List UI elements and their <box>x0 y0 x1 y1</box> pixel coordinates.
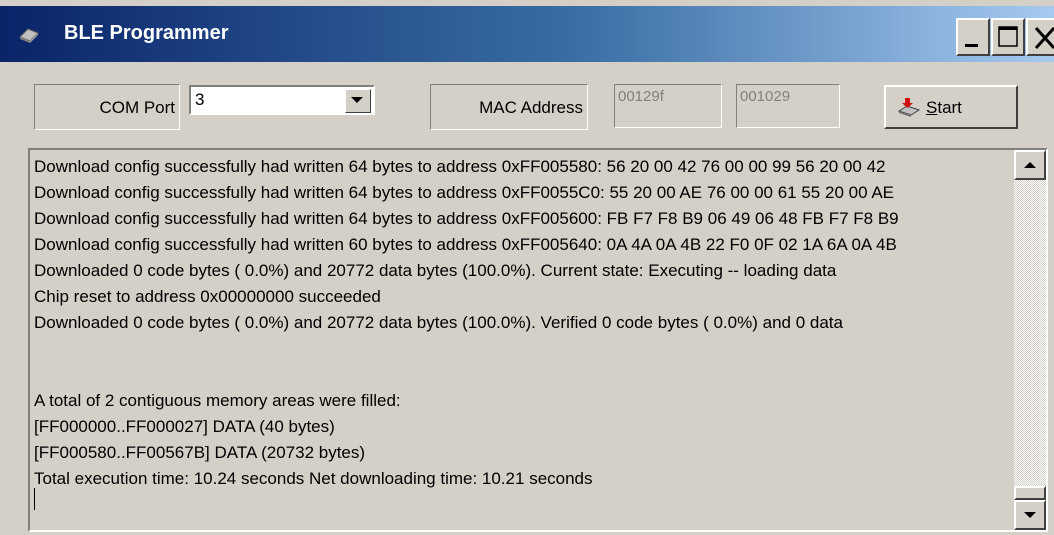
start-label-accelerator: S <box>926 98 938 117</box>
mac-address-part-2: 001029 <box>740 88 791 105</box>
minimize-button[interactable] <box>956 18 990 56</box>
log-line: Total execution time: 10.24 seconds Net … <box>34 469 593 488</box>
mac-address-label-box: MAC Address <box>430 84 588 130</box>
start-button[interactable]: Start <box>884 85 1018 129</box>
scroll-down-button[interactable] <box>1014 500 1046 530</box>
com-port-select[interactable]: 3 <box>189 85 375 115</box>
text-caret <box>34 488 35 510</box>
log-line: Download config successfully had written… <box>34 235 897 254</box>
com-port-label-box: COM Port <box>34 84 180 130</box>
log-line: Download config successfully had written… <box>34 183 894 202</box>
start-label-rest: tart <box>937 98 962 117</box>
close-button[interactable] <box>1026 18 1054 56</box>
com-port-label: COM Port <box>99 98 175 117</box>
mac-address-field-1[interactable]: 00129f <box>614 84 722 128</box>
start-label: Start <box>926 98 962 118</box>
maximize-icon <box>998 26 1018 47</box>
mac-address-label: MAC Address <box>479 98 583 117</box>
triangle-down-icon <box>1024 512 1036 518</box>
close-icon <box>1034 26 1054 50</box>
download-chip-icon <box>898 98 920 117</box>
com-port-dropdown-button[interactable] <box>345 89 371 113</box>
triangle-up-icon <box>1024 162 1036 168</box>
log-line: [FF000000..FF000027] DATA (40 bytes) <box>34 417 335 436</box>
title-bar[interactable]: BLE Programmer <box>0 6 1054 62</box>
scroll-up-button[interactable] <box>1014 150 1046 180</box>
maximize-button[interactable] <box>991 18 1025 56</box>
output-log[interactable]: Download config successfully had written… <box>28 148 1048 532</box>
log-line: Chip reset to address 0x00000000 succeed… <box>34 287 381 306</box>
log-line: Downloaded 0 code bytes ( 0.0%) and 2077… <box>34 261 837 280</box>
mac-address-field-2[interactable]: 001029 <box>736 84 840 128</box>
log-line: [FF000580..FF00567B] DATA (20732 bytes) <box>34 443 366 462</box>
mac-address-part-1: 00129f <box>618 88 664 105</box>
chip-icon <box>19 28 39 43</box>
log-lines: Download config successfully had written… <box>34 154 1016 492</box>
log-line: A total of 2 contiguous memory areas wer… <box>34 391 401 410</box>
log-line: Download config successfully had written… <box>34 157 886 176</box>
window-title: BLE Programmer <box>64 22 229 44</box>
com-port-value: 3 <box>195 90 205 109</box>
log-line: Downloaded 0 code bytes ( 0.0%) and 2077… <box>34 313 843 332</box>
vertical-scrollbar[interactable] <box>1014 150 1046 530</box>
log-line: Download config successfully had written… <box>34 209 899 228</box>
minimize-icon <box>965 44 978 47</box>
chevron-down-icon <box>351 97 363 103</box>
ble-programmer-window: BLE Programmer COM Port 3 MAC Address 00… <box>0 0 1054 535</box>
scroll-thumb[interactable] <box>1014 486 1046 500</box>
